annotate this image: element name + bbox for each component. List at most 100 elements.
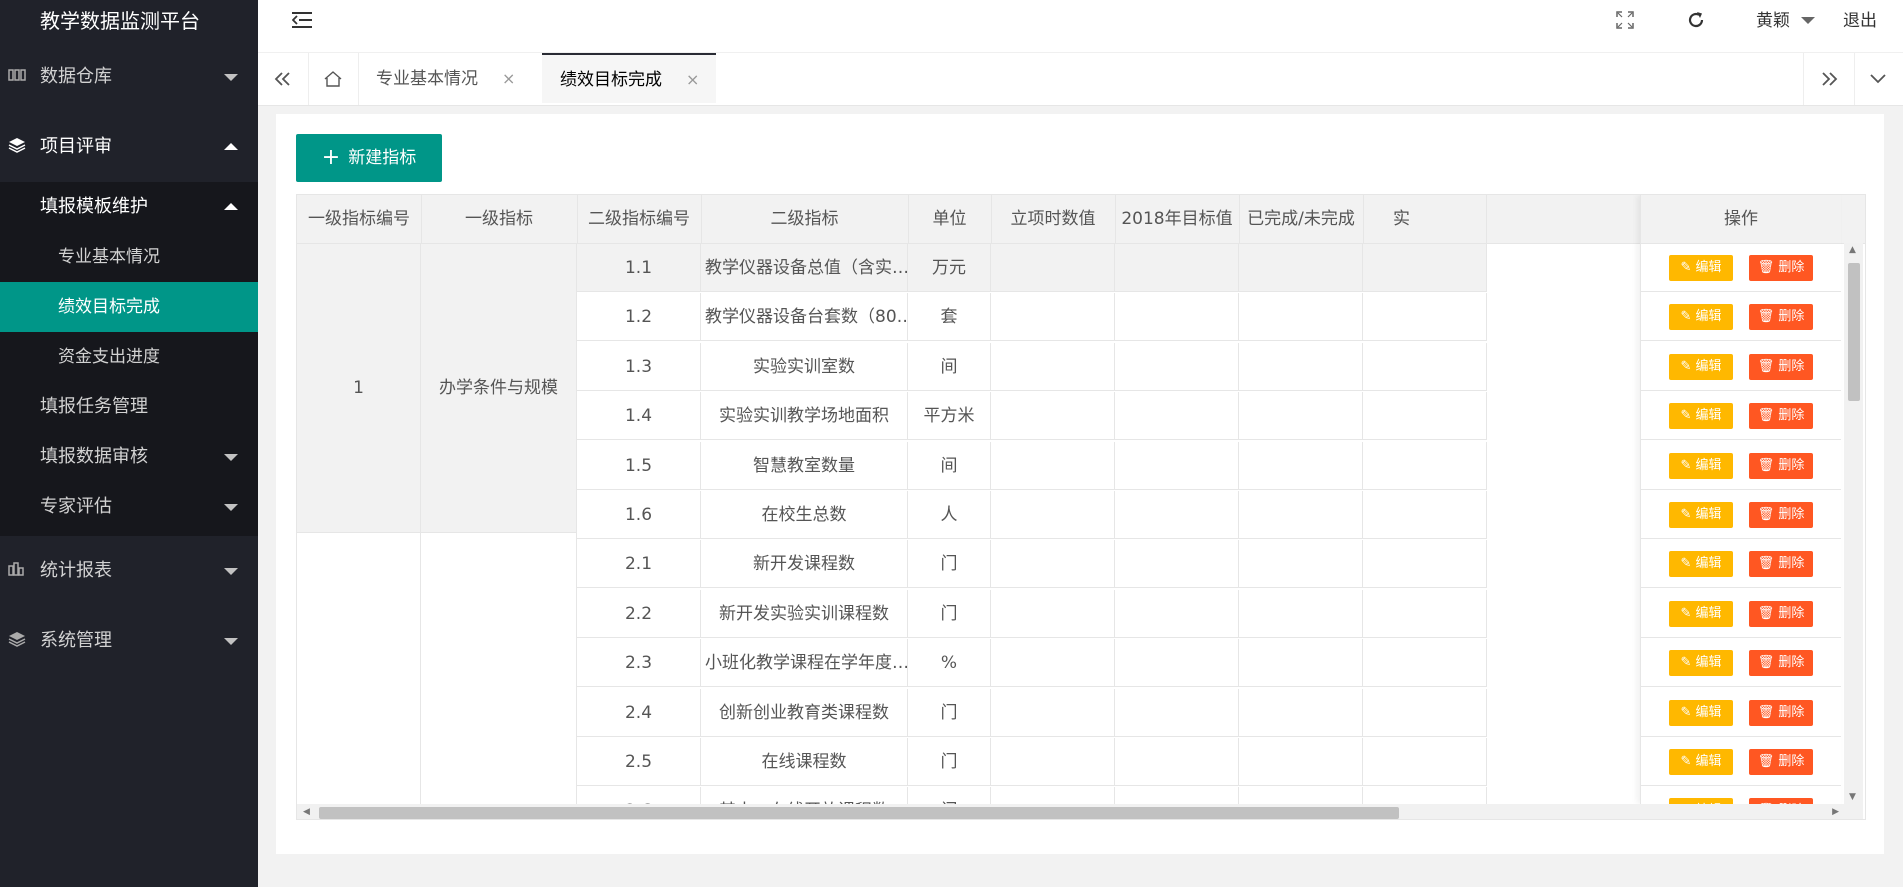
delete-button[interactable]: 🗑 删除 — [1749, 699, 1813, 726]
home-icon[interactable] — [308, 53, 359, 105]
trash-icon: 🗑 — [1757, 260, 1775, 275]
sidebar-item-statistics[interactable]: 统计报表 — [0, 536, 258, 606]
edit-button[interactable]: ✎ 编辑 — [1669, 749, 1733, 775]
sidebar-item-performance[interactable]: 绩效目标完成 — [0, 282, 258, 332]
edit-button[interactable]: ✎ 编辑 — [1669, 502, 1733, 528]
sidebar-item-data-audit[interactable]: 填报数据审核 — [0, 432, 258, 482]
sidebar-item-system[interactable]: 系统管理 — [0, 606, 258, 676]
column-header[interactable]: 一级指标 — [421, 195, 578, 243]
sidebar-item-expert-review[interactable]: 专家评估 — [0, 482, 258, 536]
delete-button[interactable]: 🗑 删除 — [1749, 551, 1813, 578]
row-name-cell: 小班化教学课程在学年度… — [701, 639, 908, 688]
delete-label: 删除 — [1778, 754, 1805, 769]
row-name-cell: 智慧教室数量 — [701, 441, 908, 490]
trash-icon: 🗑 — [1757, 309, 1775, 325]
edit-label: 编辑 — [1695, 556, 1722, 572]
delete-button[interactable]: 🗑 删除 — [1749, 255, 1813, 281]
row-value-cell — [1239, 392, 1363, 441]
chevron-down-icon[interactable] — [1853, 53, 1903, 105]
scroll-up-icon[interactable]: ▲ — [1849, 245, 1856, 255]
delete-button[interactable]: 🗑 删除 — [1749, 749, 1813, 775]
edit-button[interactable]: ✎ 编辑 — [1669, 353, 1733, 380]
edit-button[interactable]: ✎ 编辑 — [1669, 600, 1733, 627]
row-unit-cell: 间 — [908, 441, 991, 490]
column-header[interactable]: 已完成/未完成 — [1239, 195, 1364, 243]
delete-button[interactable]: 🗑 删除 — [1749, 452, 1813, 479]
refresh-icon[interactable] — [1686, 0, 1706, 42]
scroll-right-icon[interactable]: ▶ — [1832, 807, 1839, 817]
edit-button[interactable]: ✎ 编辑 — [1669, 699, 1733, 726]
menu-toggle-icon[interactable] — [291, 0, 314, 42]
edit-button[interactable]: ✎ 编辑 — [1669, 551, 1733, 578]
sidebar-item-basic-info[interactable]: 专业基本情况 — [0, 232, 258, 282]
delete-button[interactable]: 🗑 删除 — [1749, 304, 1813, 331]
indicator-table: 一级指标编号 一级指标 二级指标编号 二级指标 单位 立项时数值 2018年目标… — [296, 194, 1866, 820]
column-header: 操作 — [1641, 195, 1841, 244]
row-value-cell — [1239, 441, 1363, 490]
edit-label: 编辑 — [1695, 655, 1722, 671]
column-header[interactable]: 2018年目标值 — [1115, 195, 1240, 243]
column-header[interactable]: 二级指标编号 — [577, 195, 702, 243]
close-icon[interactable]: × — [502, 69, 515, 88]
top-header: 黄颖 退出 — [258, 0, 1903, 52]
pencil-icon: ✎ — [1680, 457, 1692, 473]
row-code-cell: 2.5 — [577, 738, 701, 786]
sidebar-item-fund-progress[interactable]: 资金支出进度 — [0, 332, 258, 382]
scroll-down-icon[interactable]: ▼ — [1849, 792, 1856, 802]
double-chevron-left-icon[interactable] — [258, 53, 309, 105]
row-unit-cell: 人 — [908, 491, 991, 539]
edit-label: 编辑 — [1695, 358, 1722, 374]
user-menu[interactable]: 黄颖 — [1756, 0, 1816, 42]
sidebar-item-data-warehouse[interactable]: 数据仓库 — [0, 42, 258, 112]
sidebar-item-task-management[interactable]: 填报任务管理 — [0, 382, 258, 432]
chevron-down-icon — [224, 74, 238, 81]
trash-icon: 🗑 — [1757, 358, 1775, 374]
level1-code-cell: 1 — [297, 244, 421, 533]
row-code-cell: 1.3 — [577, 342, 701, 391]
edit-button[interactable]: ✎ 编辑 — [1669, 403, 1733, 430]
tab-basic-info[interactable]: 专业基本情况 × — [376, 53, 515, 105]
delete-button[interactable]: 🗑 删除 — [1749, 403, 1813, 430]
delete-label: 删除 — [1778, 704, 1805, 720]
delete-button[interactable]: 🗑 删除 — [1749, 353, 1813, 380]
add-indicator-button[interactable]: + 新建指标 — [296, 134, 442, 182]
row-name-cell: 新开发课程数 — [701, 540, 908, 589]
double-chevron-right-icon[interactable] — [1803, 53, 1855, 105]
sidebar-item-template-maintenance[interactable]: 填报模板维护 — [0, 182, 258, 232]
horizontal-scroll-thumb[interactable] — [319, 807, 1399, 819]
vertical-scroll-thumb[interactable] — [1848, 263, 1860, 401]
row-value-cell — [1363, 639, 1487, 688]
row-value-cell — [1363, 342, 1487, 391]
delete-button[interactable]: 🗑 删除 — [1749, 650, 1813, 677]
table-row-actions: ✎ 编辑 🗑 删除 — [1641, 738, 1841, 786]
pencil-icon: ✎ — [1680, 408, 1692, 424]
logout-link[interactable]: 退出 — [1843, 0, 1877, 42]
row-value-cell — [991, 540, 1115, 589]
sidebar-item-project-review[interactable]: 项目评审 — [0, 112, 258, 182]
row-value-cell — [1115, 589, 1239, 638]
tab-performance[interactable]: 绩效目标完成 × — [542, 53, 716, 103]
edit-button[interactable]: ✎ 编辑 — [1669, 304, 1733, 331]
delete-button[interactable]: 🗑 删除 — [1749, 600, 1813, 627]
table-row-actions: ✎ 编辑 🗑 删除 — [1641, 343, 1841, 391]
column-header[interactable]: 一级指标编号 — [297, 195, 422, 243]
close-icon[interactable]: × — [686, 70, 699, 89]
row-name-cell: 新开发实验实训课程数 — [701, 589, 908, 638]
column-header[interactable]: 立项时数值 — [991, 195, 1116, 243]
row-unit-cell: 门 — [908, 738, 991, 786]
edit-button[interactable]: ✎ 编辑 — [1669, 452, 1733, 479]
row-code-cell: 2.4 — [577, 688, 701, 737]
delete-button[interactable]: 🗑 删除 — [1749, 502, 1813, 528]
fullscreen-icon[interactable] — [1616, 0, 1634, 42]
vertical-scrollbar[interactable]: ▲ ▼ — [1844, 243, 1863, 804]
column-header[interactable]: 二级指标 — [701, 195, 909, 243]
column-header[interactable]: 单位 — [908, 195, 992, 243]
sidebar-item-label: 填报任务管理 — [40, 396, 148, 417]
edit-button[interactable]: ✎ 编辑 — [1669, 650, 1733, 677]
column-header[interactable]: 实 — [1363, 195, 1487, 243]
trash-icon: 🗑 — [1757, 507, 1775, 522]
horizontal-scrollbar[interactable]: ◀ ▶ — [297, 804, 1863, 819]
scroll-left-icon[interactable]: ◀ — [303, 807, 310, 817]
edit-label: 编辑 — [1695, 309, 1722, 325]
edit-button[interactable]: ✎ 编辑 — [1669, 255, 1733, 281]
